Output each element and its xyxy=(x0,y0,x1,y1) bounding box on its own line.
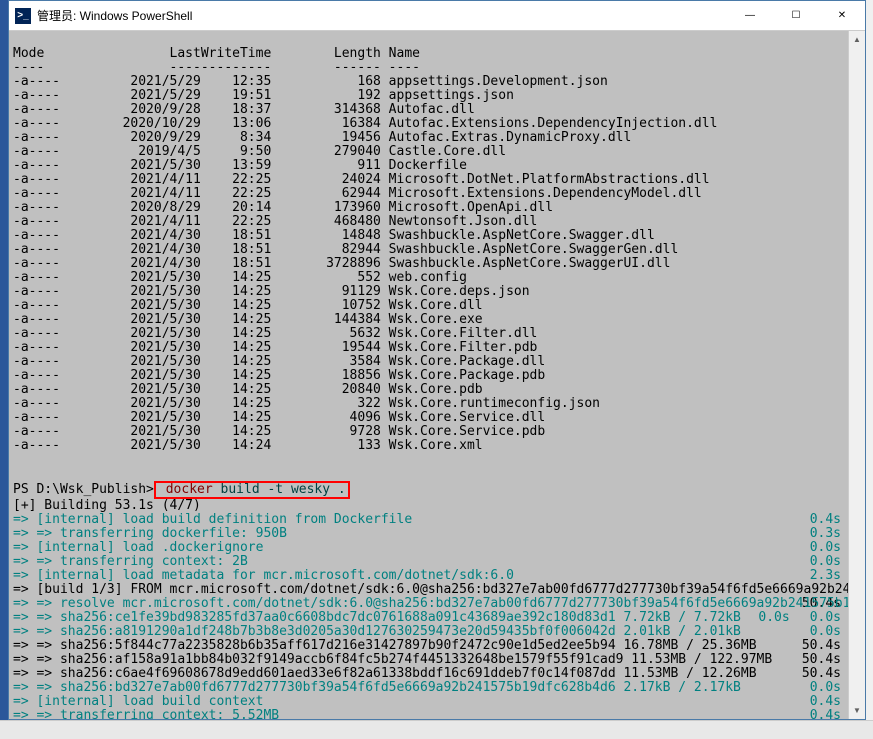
file-row: -a---- 2021/5/30 14:25 3584 Wsk.Core.Pac… xyxy=(13,355,861,369)
file-row: -a---- 2021/5/30 14:25 18856 Wsk.Core.Pa… xyxy=(13,369,861,383)
file-row: -a---- 2021/4/11 22:25 468480 Newtonsoft… xyxy=(13,215,861,229)
build-line: => => transferring dockerfile: 950B0.3s xyxy=(13,527,861,541)
background-edge-left xyxy=(0,0,8,739)
scroll-track[interactable] xyxy=(849,48,865,702)
file-row: -a---- 2021/5/30 14:25 10752 Wsk.Core.dl… xyxy=(13,299,861,313)
build-line: => [build 1/3] FROM mcr.microsoft.com/do… xyxy=(13,583,861,597)
build-line: => => transferring context: 5.52MB0.4s xyxy=(13,709,861,719)
file-row: -a---- 2021/4/30 18:51 14848 Swashbuckle… xyxy=(13,229,861,243)
scroll-up-icon[interactable]: ▲ xyxy=(849,31,865,48)
file-row: -a---- 2021/5/30 14:25 5632 Wsk.Core.Fil… xyxy=(13,327,861,341)
build-line: => => sha256:af158a91a1bb84b032f9149accb… xyxy=(13,653,861,667)
file-row: -a---- 2021/5/30 14:25 19544 Wsk.Core.Fi… xyxy=(13,341,861,355)
powershell-window: >_ 管理员: Windows PowerShell — ☐ ✕ Mode La… xyxy=(8,0,866,720)
window-title: 管理员: Windows PowerShell xyxy=(37,7,727,24)
build-line: => => resolve mcr.microsoft.com/dotnet/s… xyxy=(13,597,861,611)
file-row: -a---- 2021/5/30 14:25 9728 Wsk.Core.Ser… xyxy=(13,425,861,439)
build-line: => => transferring context: 2B0.0s xyxy=(13,555,861,569)
window-controls: — ☐ ✕ xyxy=(727,1,865,31)
file-row: -a---- 2021/5/30 14:25 322 Wsk.Core.runt… xyxy=(13,397,861,411)
background-edge-bottom xyxy=(0,720,873,739)
maximize-button[interactable]: ☐ xyxy=(773,1,819,31)
build-line: => [internal] load build definition from… xyxy=(13,513,861,527)
build-line: => [internal] load .dockerignore0.0s xyxy=(13,541,861,555)
scroll-down-icon[interactable]: ▼ xyxy=(849,702,865,719)
build-line: => => sha256:5f844c77a2235828b6b35aff617… xyxy=(13,639,861,653)
file-row: -a---- 2019/4/5 9:50 279040 Castle.Core.… xyxy=(13,145,861,159)
file-row: -a---- 2021/5/30 13:59 911 Dockerfile xyxy=(13,159,861,173)
file-row: -a---- 2021/4/30 18:51 3728896 Swashbuck… xyxy=(13,257,861,271)
build-line: => => sha256:ce1fe39bd983285fd37aa0c6608… xyxy=(13,611,861,625)
file-row: -a---- 2020/9/29 8:34 19456 Autofac.Extr… xyxy=(13,131,861,145)
file-row: -a---- 2021/4/30 18:51 82944 Swashbuckle… xyxy=(13,243,861,257)
prompt-line: PS D:\Wsk_Publish> docker build -t wesky… xyxy=(13,481,861,499)
file-row: -a---- 2021/5/30 14:25 4096 Wsk.Core.Ser… xyxy=(13,411,861,425)
build-line: => => sha256:bd327e7ab00fd6777d277730bf3… xyxy=(13,681,861,695)
build-line: => [internal] load build context0.4s xyxy=(13,695,861,709)
build-line: => => sha256:a8191290a1df248b7b3b8e3d020… xyxy=(13,625,861,639)
file-row: -a---- 2021/5/30 14:25 20840 Wsk.Core.pd… xyxy=(13,383,861,397)
file-row: -a---- 2021/4/11 22:25 24024 Microsoft.D… xyxy=(13,173,861,187)
file-row: -a---- 2020/10/29 13:06 16384 Autofac.Ex… xyxy=(13,117,861,131)
titlebar[interactable]: >_ 管理员: Windows PowerShell — ☐ ✕ xyxy=(9,1,865,31)
file-row: -a---- 2021/4/11 22:25 62944 Microsoft.E… xyxy=(13,187,861,201)
minimize-button[interactable]: — xyxy=(727,1,773,31)
powershell-icon: >_ xyxy=(15,8,31,24)
file-row: -a---- 2021/5/30 14:25 91129 Wsk.Core.de… xyxy=(13,285,861,299)
file-row: -a---- 2021/5/30 14:25 144384 Wsk.Core.e… xyxy=(13,313,861,327)
scrollbar[interactable]: ▲ ▼ xyxy=(848,31,865,719)
file-row: -a---- 2021/5/29 12:35 168 appsettings.D… xyxy=(13,75,861,89)
file-row: -a---- 2021/5/30 14:24 133 Wsk.Core.xml xyxy=(13,439,861,453)
file-row: -a---- 2021/5/30 14:25 552 web.config xyxy=(13,271,861,285)
close-button[interactable]: ✕ xyxy=(819,1,865,31)
file-row: -a---- 2020/8/29 20:14 173960 Microsoft.… xyxy=(13,201,861,215)
file-row: -a---- 2021/5/29 19:51 192 appsettings.j… xyxy=(13,89,861,103)
file-row: -a---- 2020/9/28 18:37 314368 Autofac.dl… xyxy=(13,103,861,117)
build-line: => => sha256:c6ae4f69608678d9edd601aed33… xyxy=(13,667,861,681)
building-line: [+] Building 53.1s (4/7) xyxy=(13,499,861,513)
build-line: => [internal] load metadata for mcr.micr… xyxy=(13,569,861,583)
terminal-output[interactable]: Mode LastWriteTime Length Name---- -----… xyxy=(9,31,865,719)
